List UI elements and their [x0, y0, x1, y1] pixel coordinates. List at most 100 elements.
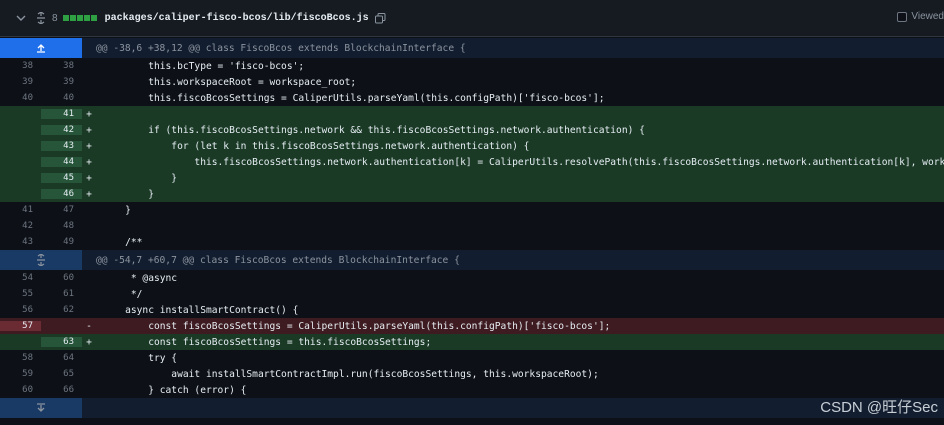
new-line-number[interactable]: 60 [41, 273, 82, 283]
expand-down-icon[interactable] [0, 398, 82, 418]
new-line-number[interactable]: 45 [41, 173, 82, 183]
code-text: this.fiscoBcosSettings.network.authentic… [102, 156, 944, 168]
context-line: 55 61 */ [0, 286, 944, 302]
code-text: /** [102, 236, 143, 248]
file-header: 8 packages/caliper-fisco-bcos/lib/fiscoB… [0, 0, 944, 37]
code-text: } [102, 172, 178, 184]
code-text: this.bcType = 'fisco-bcos'; [102, 60, 305, 72]
diff-marker: - [86, 320, 92, 332]
old-line-number[interactable]: 42 [0, 221, 41, 231]
added-line: 63 + const fiscoBcosSettings = this.fisco… [0, 334, 944, 350]
new-line-number[interactable]: 62 [41, 305, 82, 315]
code-text: this.workspaceRoot = workspace_root; [102, 76, 357, 88]
code-text: } catch (error) { [102, 384, 247, 396]
context-line: 38 38 this.bcType = 'fisco-bcos'; [0, 58, 944, 74]
code-text: async installSmartContract() { [102, 304, 299, 316]
old-line-number[interactable]: 41 [0, 205, 41, 215]
context-line: 54 60 * @async [0, 270, 944, 286]
code-text: if (this.fiscoBcosSettings.network && th… [102, 124, 645, 136]
old-line-number[interactable]: 56 [0, 305, 41, 315]
watermark: CSDN @旺仔Sec [820, 399, 938, 416]
new-line-number[interactable]: 61 [41, 289, 82, 299]
old-line-number[interactable]: 40 [0, 93, 41, 103]
added-line: 43 + for (let k in this.fiscoBcosSettings… [0, 138, 944, 154]
diff-marker: + [86, 156, 92, 168]
diff-marker: + [86, 172, 92, 184]
code-text: for (let k in this.fiscoBcosSettings.net… [102, 140, 530, 152]
old-line-number[interactable]: 60 [0, 385, 41, 395]
new-line-number[interactable]: 40 [41, 93, 82, 103]
code-text: } [102, 204, 131, 216]
new-line-number[interactable]: 39 [41, 77, 82, 87]
new-line-number[interactable]: 63 [41, 337, 82, 347]
diff-marker: + [86, 140, 92, 152]
diff-marker: + [86, 188, 92, 200]
old-line-number[interactable]: 54 [0, 273, 41, 283]
diff-marker: + [86, 124, 92, 136]
new-line-number[interactable]: 48 [41, 221, 82, 231]
diffstat-bar [90, 15, 97, 21]
new-line-number[interactable]: 38 [41, 61, 82, 71]
context-line: 58 64 try { [0, 350, 944, 366]
expand-up-icon[interactable] [0, 38, 82, 58]
code-text: const fiscoBcosSettings = this.fiscoBcos… [102, 336, 432, 348]
code-text: try { [102, 352, 178, 364]
context-line: 60 66 } catch (error) { [0, 382, 944, 398]
added-line: 41 + [0, 106, 944, 122]
context-line: 56 62 async installSmartContract() { [0, 302, 944, 318]
code-text: */ [102, 288, 143, 300]
diffstat-bar [76, 15, 83, 21]
diffstat-bar [83, 15, 90, 21]
diff-table: @@ -38,6 +38,12 @@ class FiscoBcos exten… [0, 38, 944, 418]
old-line-number[interactable]: 59 [0, 369, 41, 379]
new-line-number[interactable]: 42 [41, 125, 82, 135]
new-line-number[interactable]: 46 [41, 189, 82, 199]
viewed-checkbox[interactable] [897, 11, 908, 22]
added-line: 42 + if (this.fiscoBcosSettings.network &… [0, 122, 944, 138]
added-line: 45 + } [0, 170, 944, 186]
diffstat-bars [62, 15, 97, 21]
added-line: 46 + } [0, 186, 944, 202]
new-line-number[interactable]: 47 [41, 205, 82, 215]
context-line: 59 65 await installSmartContractImpl.run(… [0, 366, 944, 382]
diffstat-bar [62, 15, 69, 21]
unfold-icon[interactable] [34, 11, 48, 25]
context-line: 39 39 this.workspaceRoot = workspace_root… [0, 74, 944, 90]
old-line-number[interactable]: 55 [0, 289, 41, 299]
new-line-number[interactable]: 64 [41, 353, 82, 363]
added-line: 44 + this.fiscoBcosSettings.network.authe… [0, 154, 944, 170]
diff-marker: + [86, 108, 92, 120]
hunk-header-text: @@ -38,6 +38,12 @@ class FiscoBcos exten… [96, 42, 466, 54]
code-text: * @async [102, 272, 178, 284]
code-text: } [102, 188, 154, 200]
context-line: 42 48 [0, 218, 944, 234]
diff-marker: + [86, 336, 92, 348]
new-line-number[interactable]: 49 [41, 237, 82, 247]
new-line-number[interactable]: 65 [41, 369, 82, 379]
hunk-header: @@ -54,7 +60,7 @@ class FiscoBcos extend… [0, 250, 944, 270]
code-text: await installSmartContractImpl.run(fisco… [102, 368, 599, 380]
context-line: 43 49 /** [0, 234, 944, 250]
chevron-down-icon[interactable] [14, 11, 28, 25]
old-line-number[interactable]: 38 [0, 61, 41, 71]
changes-count: 8 [52, 12, 58, 24]
old-line-number[interactable]: 57 [0, 321, 41, 331]
hunk-header: @@ -38,6 +38,12 @@ class FiscoBcos exten… [0, 38, 944, 58]
new-line-number[interactable]: 41 [41, 109, 82, 119]
context-line: 41 47 } [0, 202, 944, 218]
copy-icon[interactable] [375, 12, 387, 24]
file-path[interactable]: packages/caliper-fisco-bcos/lib/fiscoBco… [105, 13, 369, 24]
new-line-number[interactable]: 44 [41, 157, 82, 167]
old-line-number[interactable]: 58 [0, 353, 41, 363]
old-line-number[interactable]: 39 [0, 77, 41, 87]
code-text: const fiscoBcosSettings = CaliperUtils.p… [102, 320, 611, 332]
viewed-toggle[interactable]: Viewed [897, 11, 944, 22]
old-line-number[interactable]: 43 [0, 237, 41, 247]
diffstat-bar [69, 15, 76, 21]
expand-both-icon[interactable] [0, 250, 82, 270]
code-text: this.fiscoBcosSettings = CaliperUtils.pa… [102, 92, 605, 104]
new-line-number[interactable]: 43 [41, 141, 82, 151]
hunk-header-text: @@ -54,7 +60,7 @@ class FiscoBcos extend… [96, 254, 460, 266]
expand-footer [0, 398, 944, 418]
new-line-number[interactable]: 66 [41, 385, 82, 395]
